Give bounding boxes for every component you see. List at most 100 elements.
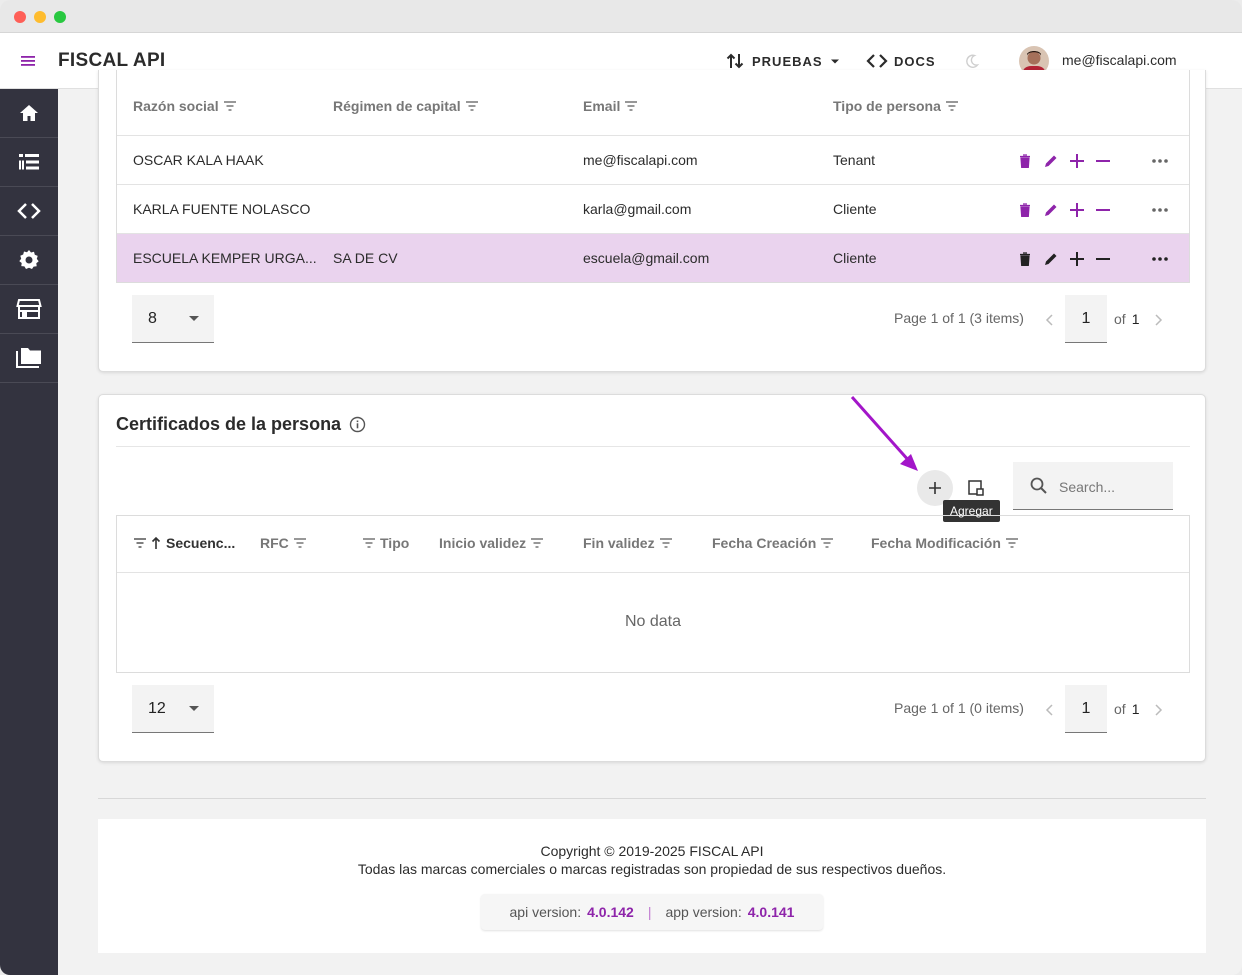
expand-plus-icon[interactable] [1068,201,1086,219]
sidebar-item-catalogs[interactable] [0,138,58,187]
copyright-text: Copyright © 2019-2025 FISCAL API [540,843,764,859]
certificates-table: Secuenc... RFC Tipo Inicio validez Fin v… [116,515,1190,673]
info-icon[interactable] [349,416,366,433]
close-window-button[interactable] [14,11,26,23]
gear-icon [19,250,39,269]
search-icon [1030,477,1047,494]
cell-tipo: Tenant [833,152,876,168]
cell-tipo: Cliente [833,250,877,266]
filter-icon[interactable] [821,538,834,548]
divider [98,798,1206,799]
sidebar-item-store[interactable] [0,285,58,334]
column-header-email[interactable]: Email [583,98,638,114]
column-header-razon-social[interactable]: Razón social [133,98,236,114]
app-version-value: 4.0.141 [747,904,795,920]
collapse-minus-icon[interactable] [1094,201,1112,219]
more-options-icon[interactable] [1151,250,1169,268]
page-number-input[interactable]: 1 [1065,685,1107,733]
code-icon [866,54,888,68]
export-button[interactable] [965,477,987,499]
sidebar-item-settings[interactable] [0,236,58,285]
divider [116,446,1190,447]
certificates-card: Certificados de la persona Agregar Searc… [98,394,1206,762]
sidebar [0,89,58,975]
cell-email: karla@gmail.com [583,201,692,217]
expand-plus-icon[interactable] [1068,250,1086,268]
column-header-regimen[interactable]: Régimen de capital [333,98,478,114]
chevron-left-icon[interactable] [1045,313,1055,327]
trademark-text: Todas las marcas comerciales o marcas re… [357,861,947,877]
swap-vertical-icon [726,53,744,69]
column-header-fecha-creacion[interactable]: Fecha Creación [712,535,834,551]
filter-icon[interactable] [465,101,478,111]
docs-button[interactable]: DOCS [866,50,936,72]
folder-icon [16,348,41,368]
cell-email: me@fiscalapi.com [583,152,698,168]
table-row-selected[interactable]: ESCUELA KEMPER URGA... SA DE CV escuela@… [117,233,1189,282]
filter-icon[interactable] [945,101,958,111]
more-options-icon[interactable] [1151,201,1169,219]
home-icon [20,105,38,121]
window-titlebar [0,0,1242,33]
cell-razon-social: KARLA FUENTE NOLASCO [133,201,311,217]
plus-icon [929,482,941,494]
page-size-select[interactable]: 8 [132,295,214,343]
column-header-inicio-validez[interactable]: Inicio validez [439,535,544,551]
column-header-secuencia[interactable]: Secuenc... [134,535,235,551]
collapse-minus-icon[interactable] [1094,152,1112,170]
column-header-tipo[interactable]: Tipo [363,535,409,551]
more-options-icon[interactable] [1151,152,1169,170]
filter-icon[interactable] [134,538,146,548]
filter-icon[interactable] [363,538,375,548]
table-row[interactable]: OSCAR KALA HAAK me@fiscalapi.com Tenant [117,135,1189,184]
sidebar-item-home[interactable] [0,89,58,138]
edit-icon[interactable] [1042,250,1060,268]
environment-selector-button[interactable]: PRUEBAS [724,50,841,72]
app-window: FISCAL API PRUEBAS DOCS me@fiscalapi.com [0,0,1242,975]
chevron-right-icon[interactable] [1153,703,1163,717]
hamburger-menu-icon[interactable] [17,50,39,72]
app-version-label: app version: [665,904,742,920]
table-row[interactable]: KARLA FUENTE NOLASCO karla@gmail.com Cli… [117,184,1189,233]
filter-icon[interactable] [223,101,236,111]
sidebar-item-code[interactable] [0,187,58,236]
chevron-left-icon[interactable] [1045,703,1055,717]
people-table: Razón social Régimen de capital Email Ti… [116,70,1190,283]
edit-icon[interactable] [1042,152,1060,170]
version-badge: api version: 4.0.142 | app version: 4.0.… [481,894,823,930]
column-header-fecha-modificacion[interactable]: Fecha Modificación [871,535,1018,551]
edit-icon[interactable] [1042,201,1060,219]
column-header-tipo-persona[interactable]: Tipo de persona [833,98,958,114]
page-number-input[interactable]: 1 [1065,295,1107,343]
filter-icon[interactable] [531,538,544,548]
total-pages: of 1 [1114,311,1140,327]
delete-icon[interactable] [1016,250,1034,268]
certificates-title: Certificados de la persona [116,414,366,435]
column-header-rfc[interactable]: RFC [260,535,306,551]
search-input[interactable]: Search... [1013,462,1173,510]
maximize-window-button[interactable] [54,11,66,23]
list-tree-icon [19,154,39,170]
filter-icon[interactable] [659,538,672,548]
divider [117,572,1189,573]
expand-plus-icon[interactable] [1068,152,1086,170]
filter-icon[interactable] [1005,538,1018,548]
user-email[interactable]: me@fiscalapi.com [1062,52,1177,68]
api-version-value: 4.0.142 [587,904,634,920]
cell-tipo: Cliente [833,201,877,217]
sidebar-item-files[interactable] [0,334,58,383]
minimize-window-button[interactable] [34,11,46,23]
delete-icon[interactable] [1016,152,1034,170]
column-header-fin-validez[interactable]: Fin validez [583,535,672,551]
filter-icon[interactable] [293,538,306,548]
page-info: Page 1 of 1 (0 items) [894,700,1024,716]
chevron-right-icon[interactable] [1153,313,1163,327]
cell-razon-social: ESCUELA KEMPER URGA... [133,250,317,266]
cell-razon-social: OSCAR KALA HAAK [133,152,264,168]
delete-icon[interactable] [1016,201,1034,219]
page-size-select[interactable]: 12 [132,685,214,733]
filter-icon[interactable] [625,101,638,111]
collapse-minus-icon[interactable] [1094,250,1112,268]
sort-ascending-icon[interactable] [151,536,161,550]
docs-label: DOCS [894,53,936,69]
